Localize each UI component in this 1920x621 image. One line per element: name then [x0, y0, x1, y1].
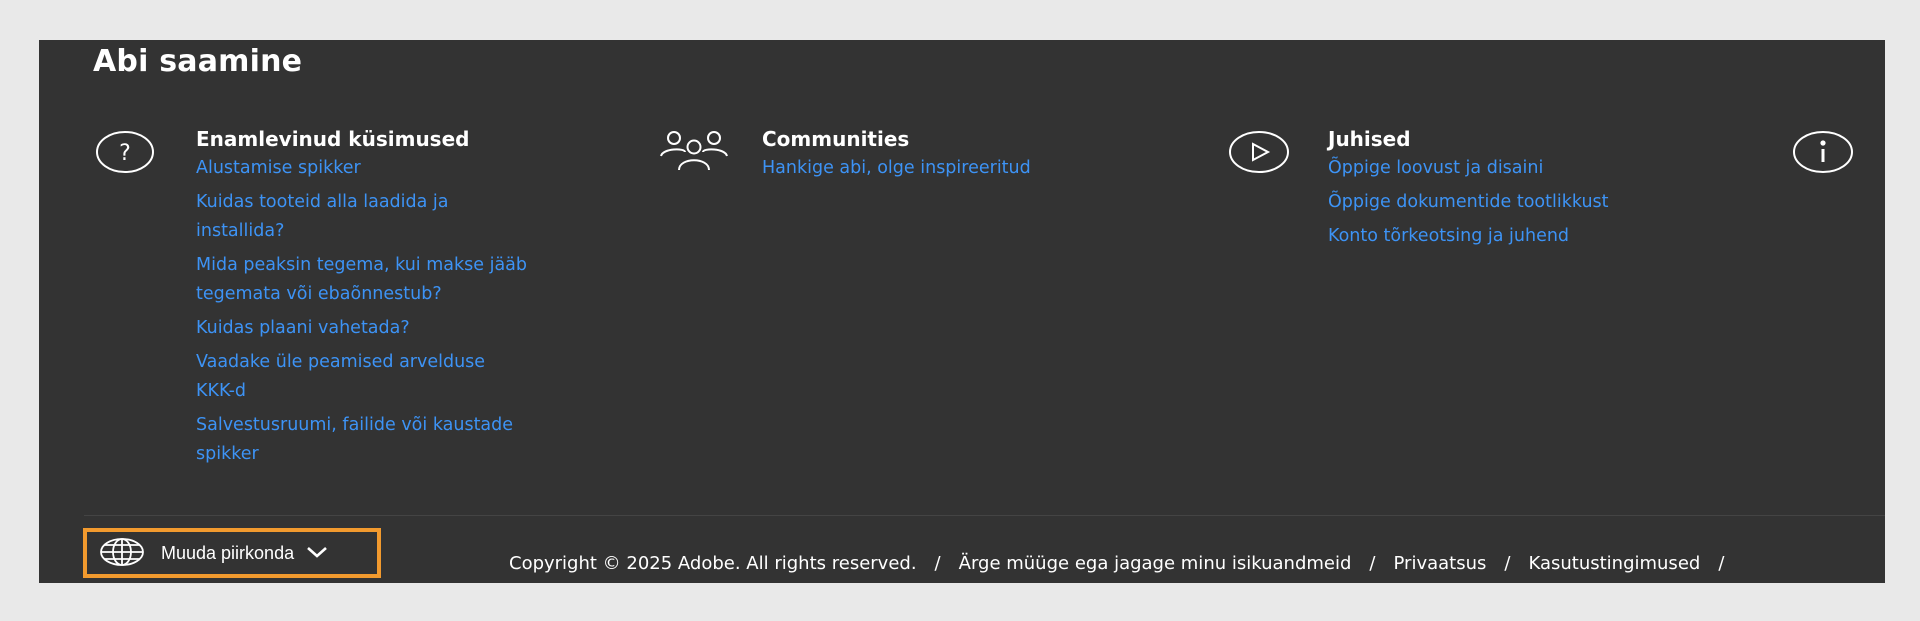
communities-links: Hankige abi, olge inspireeritud: [762, 154, 1182, 183]
separator: /: [934, 553, 941, 574]
tutorials-link-account-troubleshooting[interactable]: Konto tõrkeotsing ja juhend: [1328, 222, 1748, 251]
tutorials-title: Juhised: [1328, 127, 1411, 151]
page-title: Abi saamine: [93, 44, 303, 79]
faq-link-payment-failed[interactable]: Mida peaksin tegema, kui makse jääb tegem…: [196, 251, 616, 309]
faq-link-storage-help[interactable]: Salvestusruumi, failide või kaustade spik…: [196, 411, 616, 469]
change-region-button[interactable]: Muuda piirkonda: [83, 528, 381, 578]
faq-link-change-plan[interactable]: Kuidas plaani vahetada?: [196, 314, 616, 343]
faq-title: Enamlevinud küsimused: [196, 127, 470, 151]
communities-link-get-help[interactable]: Hankige abi, olge inspireeritud: [762, 154, 1182, 183]
communities-column: Communities Hankige abi, olge inspireeri…: [762, 124, 1182, 183]
legal-bar: Copyright © 2025 Adobe. All rights reser…: [509, 553, 1742, 574]
separator: /: [1504, 553, 1511, 574]
faq-column: Enamlevinud küsimused Alustamise spikker…: [196, 124, 616, 469]
terms-link[interactable]: Kasutustingimused: [1528, 553, 1700, 574]
copyright-text: Copyright © 2025 Adobe. All rights reser…: [509, 553, 917, 574]
tutorials-links: Õppige loovust ja disaini Õppige dokumen…: [1328, 154, 1748, 251]
separator: /: [1369, 553, 1376, 574]
faq-link-getting-started[interactable]: Alustamise spikker: [196, 154, 616, 183]
question-circle-icon: ?: [95, 130, 155, 174]
community-icon: [657, 126, 731, 174]
faq-links: Alustamise spikker Kuidas tooteid alla l…: [196, 154, 616, 469]
tutorials-link-creativity-design[interactable]: Õppige loovust ja disaini: [1328, 154, 1748, 183]
svg-text:?: ?: [119, 141, 131, 166]
faq-link-billing-faq[interactable]: Vaadake üle peamised arvelduse KKK-d: [196, 348, 616, 406]
globe-icon: [99, 537, 145, 570]
tutorials-column: Juhised Õppige loovust ja disaini Õppige…: [1328, 124, 1748, 251]
info-circle-icon: [1792, 130, 1854, 174]
play-circle-icon: [1228, 130, 1290, 174]
privacy-link[interactable]: Privaatsus: [1394, 553, 1487, 574]
region-label: Muuda piirkonda: [161, 542, 295, 563]
tutorials-link-document-productivity[interactable]: Õppige dokumentide tootlikkust: [1328, 188, 1748, 217]
faq-link-download-install[interactable]: Kuidas tooteid alla laadida ja installida…: [196, 188, 616, 246]
communities-title: Communities: [762, 127, 910, 151]
chevron-down-icon: [306, 545, 328, 562]
separator: /: [1718, 553, 1725, 574]
footer-divider: [84, 515, 1885, 516]
do-not-sell-link[interactable]: Ärge müüge ega jagage minu isikuandmeid: [959, 553, 1352, 574]
help-panel: Abi saamine ? Enamlevinud küsimused Alus…: [39, 40, 1885, 583]
